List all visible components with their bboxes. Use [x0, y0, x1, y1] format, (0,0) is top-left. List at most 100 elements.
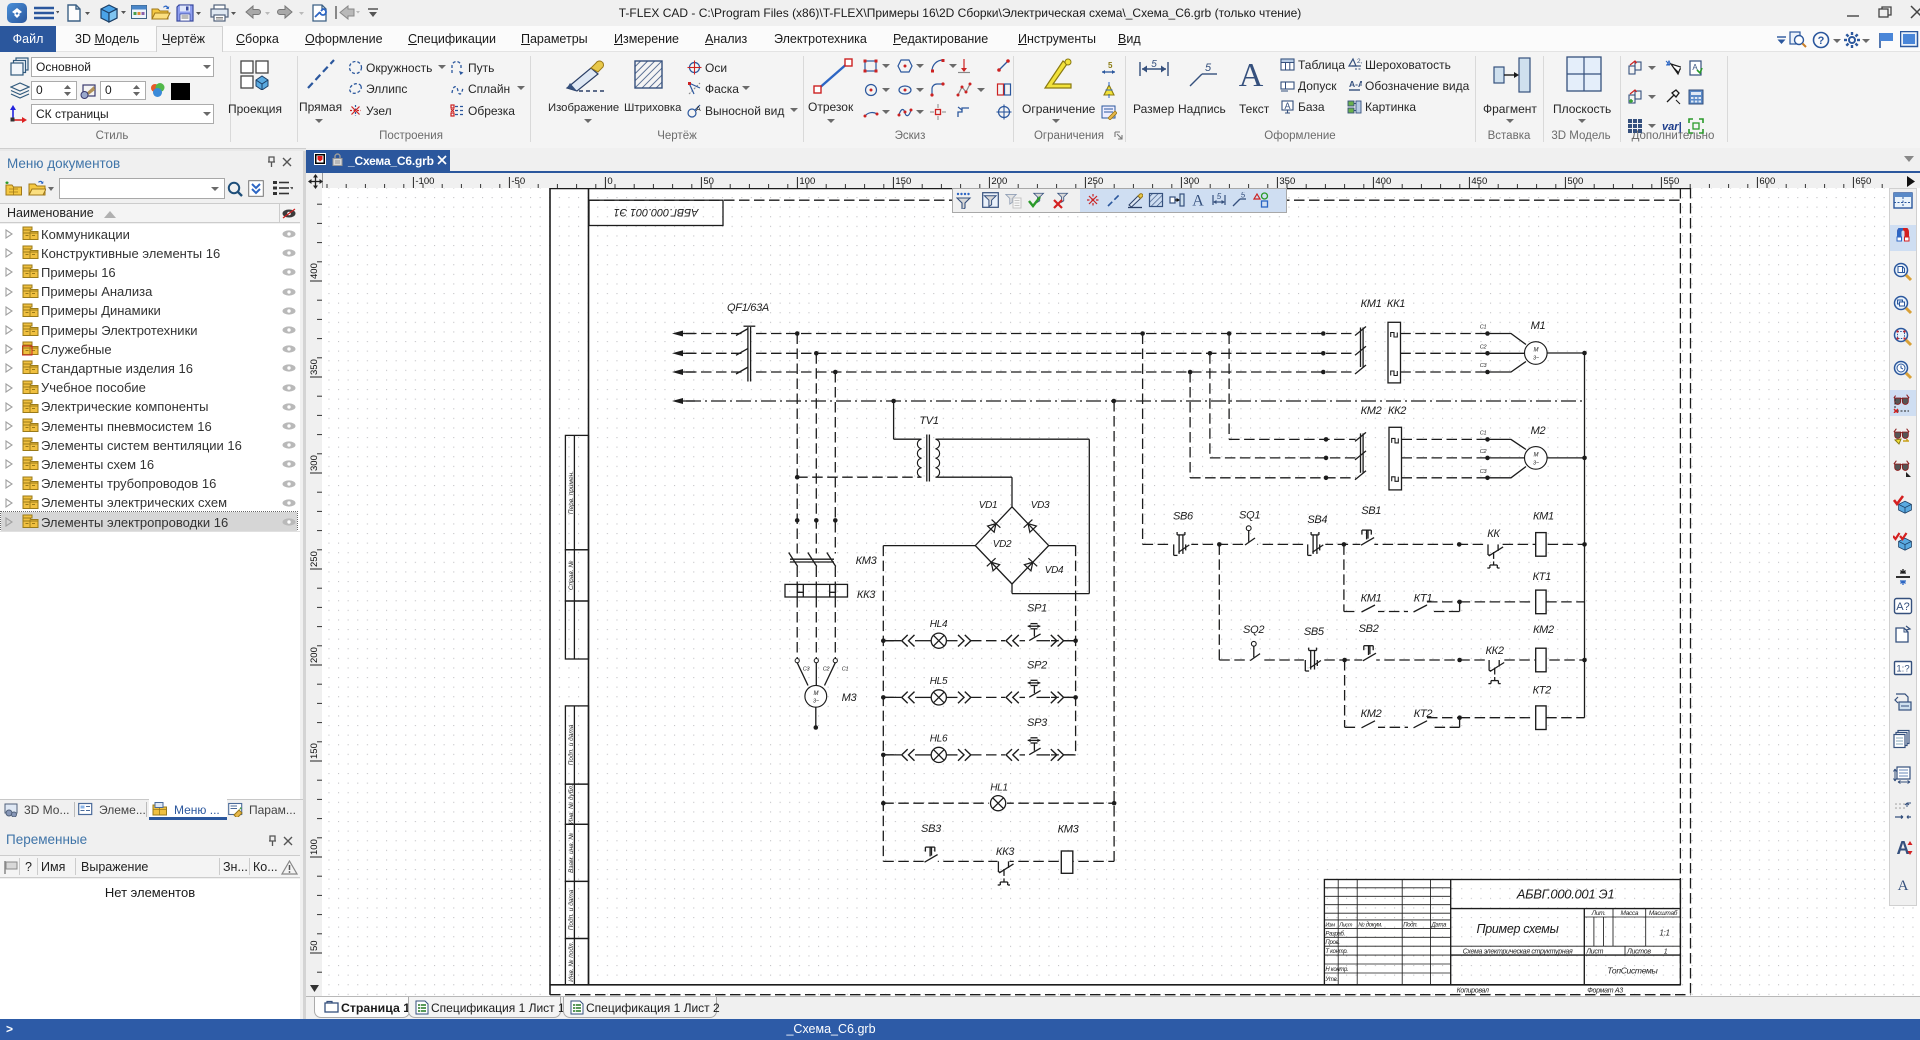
svg-text:КК1: КК1: [1387, 298, 1405, 310]
svg-text:HL5: HL5: [930, 676, 948, 687]
svg-text:Лист: Лист: [1585, 949, 1603, 956]
svg-text:Перв. примен.: Перв. примен.: [568, 471, 575, 514]
svg-text:A: A: [1897, 838, 1910, 858]
svg-text:?: ?: [1818, 35, 1825, 47]
svg-text:М: М: [1533, 348, 1538, 354]
svg-text:А: А: [696, 106, 701, 113]
svg-text:Инв. № дубл.: Инв. № дубл.: [567, 784, 575, 824]
svg-text:КТ1: КТ1: [1414, 592, 1433, 604]
svg-text:-50: -50: [511, 176, 525, 187]
svg-text:АБВГ.000.001 Э1: АБВГ.000.001 Э1: [614, 206, 700, 218]
svg-text:Изм: Изм: [1325, 923, 1335, 929]
svg-text:SB2: SB2: [1359, 623, 1379, 635]
svg-text:С2: С2: [1480, 449, 1487, 455]
svg-text:1: 1: [1664, 949, 1668, 956]
svg-text:Пров.: Пров.: [1325, 940, 1339, 946]
svg-text:VD3: VD3: [1031, 500, 1050, 511]
svg-text:А?: А?: [1896, 601, 1909, 613]
svg-text:HL6: HL6: [930, 733, 948, 744]
svg-text:Масштаб: Масштаб: [1649, 909, 1678, 917]
svg-text:5: 5: [1151, 60, 1157, 70]
svg-text:Н контр.: Н контр.: [1325, 967, 1348, 973]
svg-text:М2: М2: [1531, 425, 1546, 437]
svg-text:ТопСистемы: ТопСистемы: [1607, 966, 1658, 976]
svg-text:Лит.: Лит.: [1591, 910, 1607, 917]
svg-text:КТ2: КТ2: [1533, 685, 1552, 697]
svg-text:2,5: 2,5: [1357, 58, 1362, 65]
svg-text:VD2: VD2: [993, 539, 1012, 550]
svg-text:0: 0: [607, 176, 612, 187]
svg-text:Т контр.: Т контр.: [1325, 949, 1347, 955]
svg-text:50: 50: [703, 176, 714, 187]
svg-text:М3: М3: [842, 692, 858, 704]
svg-text:КМ2: КМ2: [1533, 624, 1554, 636]
svg-text:QF1/63A: QF1/63A: [727, 302, 769, 314]
svg-text:А: А: [1284, 101, 1290, 111]
svg-text:5: 5: [1241, 192, 1246, 200]
svg-text:VD1: VD1: [979, 500, 998, 511]
svg-text:Пример схемы: Пример схемы: [1477, 922, 1559, 936]
svg-text:Листов: Листов: [1626, 949, 1651, 956]
svg-text:Подп.: Подп.: [1403, 923, 1417, 929]
svg-text:VD4: VD4: [1045, 565, 1064, 576]
svg-text:Лист: Лист: [1338, 923, 1353, 929]
svg-text:Взам. инв. №: Взам. инв. №: [568, 833, 575, 873]
svg-text:Схема электрическая структурна: Схема электрическая структурная: [1463, 949, 1573, 956]
svg-text:КК2: КК2: [1486, 645, 1504, 657]
svg-text:SP2: SP2: [1027, 659, 1047, 671]
svg-text:КК2: КК2: [1388, 405, 1406, 417]
svg-text:№ докум.: № докум.: [1358, 922, 1382, 929]
svg-text:SB1: SB1: [1361, 505, 1381, 517]
svg-text:КК3: КК3: [857, 589, 876, 601]
svg-text:КТ2: КТ2: [1414, 708, 1433, 720]
svg-text:SB6: SB6: [1173, 510, 1194, 522]
svg-text:Масса: Масса: [1621, 910, 1639, 917]
svg-text:1:?: 1:?: [1896, 664, 1909, 675]
svg-text:HL4: HL4: [930, 619, 948, 630]
svg-text:КМ3: КМ3: [1058, 824, 1080, 836]
svg-text:SQ2: SQ2: [1243, 624, 1264, 636]
svg-text:SB4: SB4: [1307, 514, 1327, 526]
svg-text:Копировал: Копировал: [1457, 988, 1489, 995]
svg-text:HL1: HL1: [990, 783, 1007, 794]
svg-text:КМ2: КМ2: [1361, 405, 1382, 417]
svg-text:М: М: [1533, 452, 1538, 458]
svg-text:1:1: 1:1: [1659, 929, 1669, 938]
svg-text:SQ1: SQ1: [1239, 510, 1260, 522]
svg-text:М: М: [813, 691, 818, 697]
svg-text:Подп. и дата: Подп. и дата: [567, 724, 575, 765]
svg-text:Разраб.: Разраб.: [1325, 931, 1345, 937]
svg-text:SB3: SB3: [921, 823, 942, 835]
svg-text:SP1: SP1: [1027, 603, 1047, 615]
svg-text:С2: С2: [823, 667, 830, 673]
svg-text:Формат А3: Формат А3: [1587, 988, 1623, 995]
svg-text:С1: С1: [1480, 430, 1487, 436]
svg-text:КМ2: КМ2: [1361, 708, 1382, 720]
svg-text:A: A: [1239, 58, 1264, 90]
svg-text:КК: КК: [1487, 528, 1500, 540]
svg-text:Дата: Дата: [1431, 923, 1448, 929]
svg-text:Справ. №: Справ. №: [568, 561, 575, 591]
svg-text:КМ1: КМ1: [1533, 510, 1554, 522]
svg-text:TV1: TV1: [919, 415, 938, 427]
svg-text:М1: М1: [1531, 320, 1546, 332]
svg-text:А-А: А-А: [1349, 79, 1362, 89]
svg-text:С2: С2: [1480, 344, 1487, 350]
svg-text:КМ3: КМ3: [856, 555, 878, 567]
svg-text:5: 5: [1108, 61, 1113, 70]
svg-text:КТ1: КТ1: [1533, 571, 1552, 583]
svg-text:АБВГ.000.001 Э1: АБВГ.000.001 Э1: [1516, 887, 1615, 902]
svg-text:Подп. и дата: Подп. и дата: [567, 889, 575, 930]
svg-text:КМ1: КМ1: [1361, 592, 1382, 604]
svg-text:SP3: SP3: [1027, 717, 1048, 729]
svg-text:КМ1: КМ1: [1361, 298, 1382, 310]
svg-text:A: A: [1192, 193, 1204, 210]
svg-text:С1: С1: [842, 667, 849, 673]
svg-text:5: 5: [1205, 62, 1212, 74]
svg-text:С1: С1: [1480, 325, 1487, 331]
svg-text:5: 5: [1217, 192, 1222, 201]
svg-text:КК3: КК3: [996, 846, 1015, 858]
svg-text:Инв. № подл.: Инв. № подл.: [567, 941, 575, 982]
svg-text:Утв.: Утв.: [1324, 977, 1337, 983]
svg-text:A: A: [1898, 878, 1909, 894]
